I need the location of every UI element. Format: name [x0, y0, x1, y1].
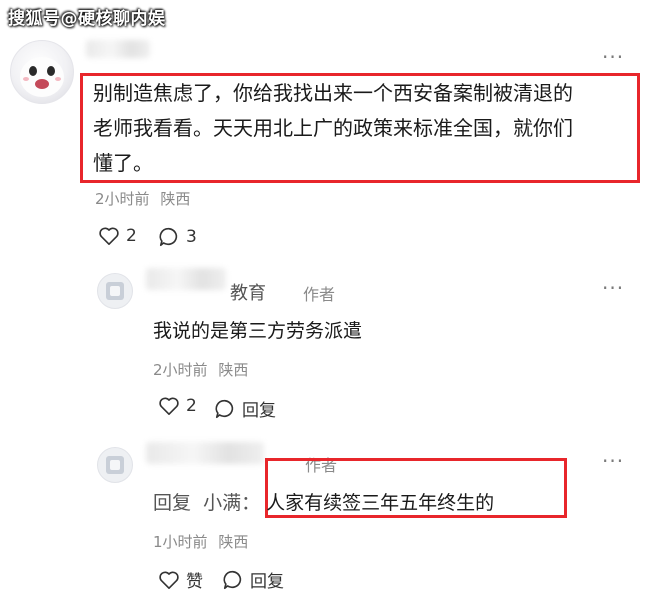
comment-icon	[214, 398, 236, 420]
username-blurred[interactable]	[146, 268, 226, 290]
comment-location: 陕西	[160, 190, 191, 208]
like-button[interactable]: 2	[158, 396, 197, 416]
reply-meta: 2小时前 陕西	[153, 359, 248, 380]
like-count: 2	[186, 396, 197, 416]
username-blurred[interactable]	[146, 442, 264, 464]
comment-line: 别制造焦虑了，你给我找出来一个西安备案制被清退的	[93, 81, 573, 105]
more-icon[interactable]: ···	[602, 278, 624, 298]
comment-line: 懂了。	[93, 151, 153, 175]
comment-line: 老师我看看。天天用北上广的政策来标准全国，就你们	[93, 116, 573, 140]
heart-icon	[158, 396, 180, 416]
reply-text: 人家有续签三年五年终生的	[266, 492, 495, 514]
like-button[interactable]: 2	[98, 226, 137, 246]
avatar[interactable]	[97, 447, 133, 483]
comment-meta: 2小时前 陕西	[95, 188, 190, 209]
comment-icon	[158, 226, 180, 248]
watermark: 搜狐号@硬核聊内娱	[8, 9, 166, 29]
reply-button[interactable]: 回复	[222, 567, 284, 592]
username-blurred[interactable]	[86, 40, 150, 58]
comment-text: 别制造焦虑了，你给我找出来一个西安备案制被清退的 老师我看看。天天用北上广的政策…	[93, 76, 638, 181]
reply-count: 3	[186, 227, 197, 247]
heart-icon	[98, 226, 120, 246]
reply-button[interactable]: 回复	[214, 396, 276, 421]
reply-location: 陕西	[218, 361, 249, 379]
comment-icon	[222, 569, 244, 591]
avatar[interactable]	[97, 273, 133, 309]
more-icon[interactable]: ···	[602, 47, 624, 67]
reply-text-line: 回复 小满： 人家有续签三年五年终生的	[153, 488, 494, 515]
username-tail[interactable]: 教育	[230, 279, 266, 305]
more-icon[interactable]: ···	[602, 451, 624, 471]
reply-count-button[interactable]: 3	[158, 226, 197, 248]
reply-location: 陕西	[218, 533, 249, 551]
reply-time: 2小时前	[153, 361, 208, 379]
reply-meta: 1小时前 陕西	[153, 531, 248, 552]
comment-time: 2小时前	[95, 190, 150, 208]
reply-prefix: 回复	[153, 492, 192, 514]
reply-label: 回复	[250, 572, 284, 592]
like-label: 赞	[186, 572, 203, 592]
avatar[interactable]	[10, 40, 74, 104]
author-tag: 作者	[303, 285, 336, 304]
heart-icon	[158, 570, 180, 590]
reply-time: 1小时前	[153, 533, 208, 551]
reply-label: 回复	[242, 401, 276, 421]
like-button[interactable]: 赞	[158, 567, 203, 592]
reply-to-user[interactable]: 小满：	[203, 492, 260, 514]
reply-text: 我说的是第三方劳务派遣	[153, 320, 363, 342]
like-count: 2	[126, 226, 137, 246]
